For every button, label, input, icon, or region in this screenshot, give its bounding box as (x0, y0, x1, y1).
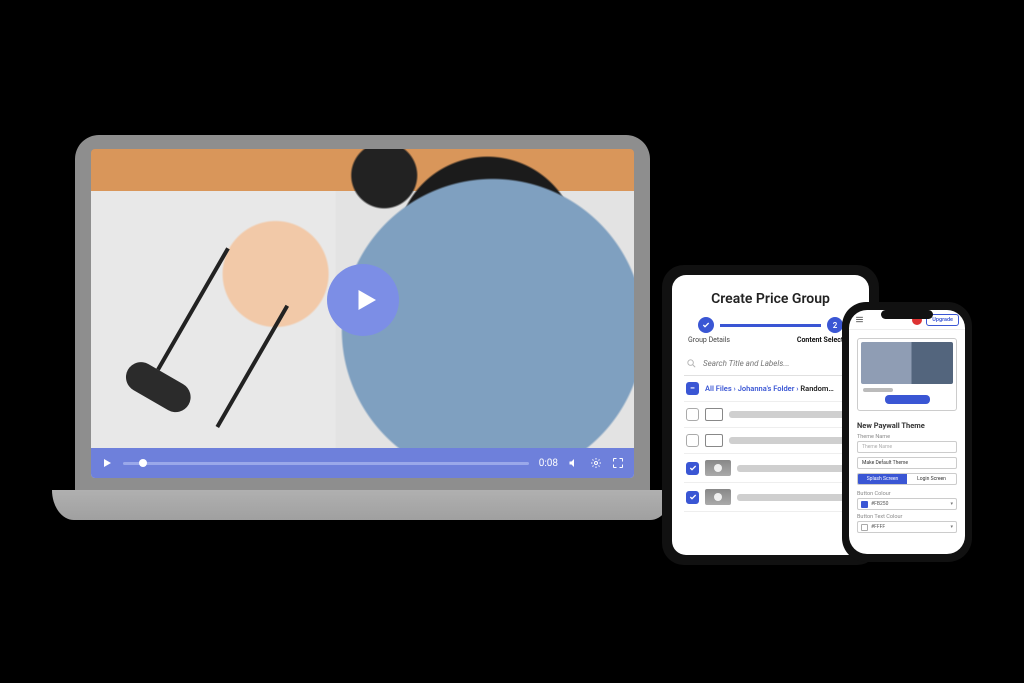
search-input[interactable] (703, 359, 855, 368)
row-checkbox[interactable] (686, 434, 699, 447)
theme-name-label: Theme Name (857, 434, 957, 440)
list-item[interactable] (684, 454, 857, 483)
settings-icon[interactable] (590, 457, 602, 469)
breadcrumb-segment[interactable]: Johanna's Folder (738, 384, 795, 393)
progress-bar[interactable] (123, 462, 529, 465)
seg-login[interactable]: Login Screen (907, 474, 956, 484)
seg-splash[interactable]: Splash Screen (858, 474, 907, 484)
folder-icon (705, 408, 723, 421)
paywall-preview-card (857, 338, 957, 411)
check-icon (689, 493, 697, 501)
row-checkbox[interactable] (686, 408, 699, 421)
file-list (684, 402, 857, 512)
phone-header: Upgrade (849, 310, 965, 330)
make-default-label: Make Default Theme (862, 460, 908, 466)
phone-device: Upgrade New Paywall Theme Theme Name The… (842, 302, 972, 562)
menu-icon[interactable] (855, 315, 864, 324)
tablet-screen: Create Price Group 2 Group Details Conte… (672, 275, 869, 555)
laptop-bezel: 0:08 (75, 135, 650, 490)
search-icon (686, 358, 697, 369)
page-title: Create Price Group (684, 291, 857, 307)
check-icon (702, 321, 710, 329)
fullscreen-icon[interactable] (612, 457, 624, 469)
laptop-base (52, 490, 672, 520)
folder-icon (705, 434, 723, 447)
button-colour-label: Button Colour (857, 491, 957, 497)
button-colour-picker[interactable]: #FB250 (857, 498, 957, 510)
make-default-toggle[interactable]: Make Default Theme (857, 457, 957, 469)
play-small-icon[interactable] (101, 457, 113, 469)
colour-swatch (861, 501, 868, 508)
podcast-illustration (156, 247, 229, 370)
step-1-label: Group Details (688, 336, 730, 344)
video-thumbnail (705, 460, 731, 476)
breadcrumb-segment[interactable]: All Files (705, 384, 732, 393)
colour-swatch-white (861, 524, 868, 531)
button-colour-value: #FB250 (871, 501, 888, 507)
check-icon (689, 464, 697, 472)
laptop-device: 0:08 (75, 135, 650, 535)
video-thumbnail (705, 489, 731, 505)
row-label (737, 494, 855, 501)
breadcrumb-segment: Random… (800, 384, 833, 393)
section-heading: New Paywall Theme (857, 421, 957, 430)
step-labels: Group Details Content Selection (688, 336, 853, 344)
theme-name-placeholder: Theme Name (862, 444, 892, 450)
phone-form: New Paywall Theme Theme Name Theme Name … (849, 415, 965, 537)
notification-badge[interactable] (912, 315, 922, 325)
step-2-dot[interactable]: 2 (827, 317, 843, 333)
video-controls: 0:08 (91, 448, 634, 478)
row-checkbox[interactable] (686, 462, 699, 475)
elapsed-time: 0:08 (539, 458, 558, 469)
list-item[interactable] (684, 428, 857, 454)
video-player[interactable]: 0:08 (91, 149, 634, 478)
row-label (729, 437, 855, 444)
volume-icon[interactable] (568, 457, 580, 469)
play-icon (351, 285, 381, 315)
search-row (684, 354, 857, 376)
screen-segmented-control: Splash Screen Login Screen (857, 473, 957, 485)
row-label (737, 465, 855, 472)
button-text-colour-label: Button Text Colour (857, 514, 957, 520)
breadcrumb[interactable]: All Files › Johanna's Folder › Random… (705, 384, 834, 393)
button-text-colour-value: #FFFF (871, 524, 885, 530)
select-all-checkbox[interactable]: − (686, 382, 699, 395)
upgrade-button[interactable]: Upgrade (926, 314, 959, 326)
step-1-dot[interactable] (698, 317, 714, 333)
preview-thumbnail (861, 342, 953, 384)
row-checkbox[interactable] (686, 491, 699, 504)
breadcrumb-row: − All Files › Johanna's Folder › Random… (684, 376, 857, 402)
list-item[interactable] (684, 483, 857, 512)
theme-name-input[interactable]: Theme Name (857, 441, 957, 453)
phone-screen: Upgrade New Paywall Theme Theme Name The… (849, 310, 965, 554)
step-connector (720, 324, 821, 327)
preview-title (863, 388, 893, 392)
preview-login-button[interactable] (885, 395, 930, 404)
play-button[interactable] (327, 264, 399, 336)
row-label (729, 411, 855, 418)
stepper: 2 (684, 317, 857, 333)
button-text-colour-picker[interactable]: #FFFF (857, 521, 957, 533)
list-item[interactable] (684, 402, 857, 428)
